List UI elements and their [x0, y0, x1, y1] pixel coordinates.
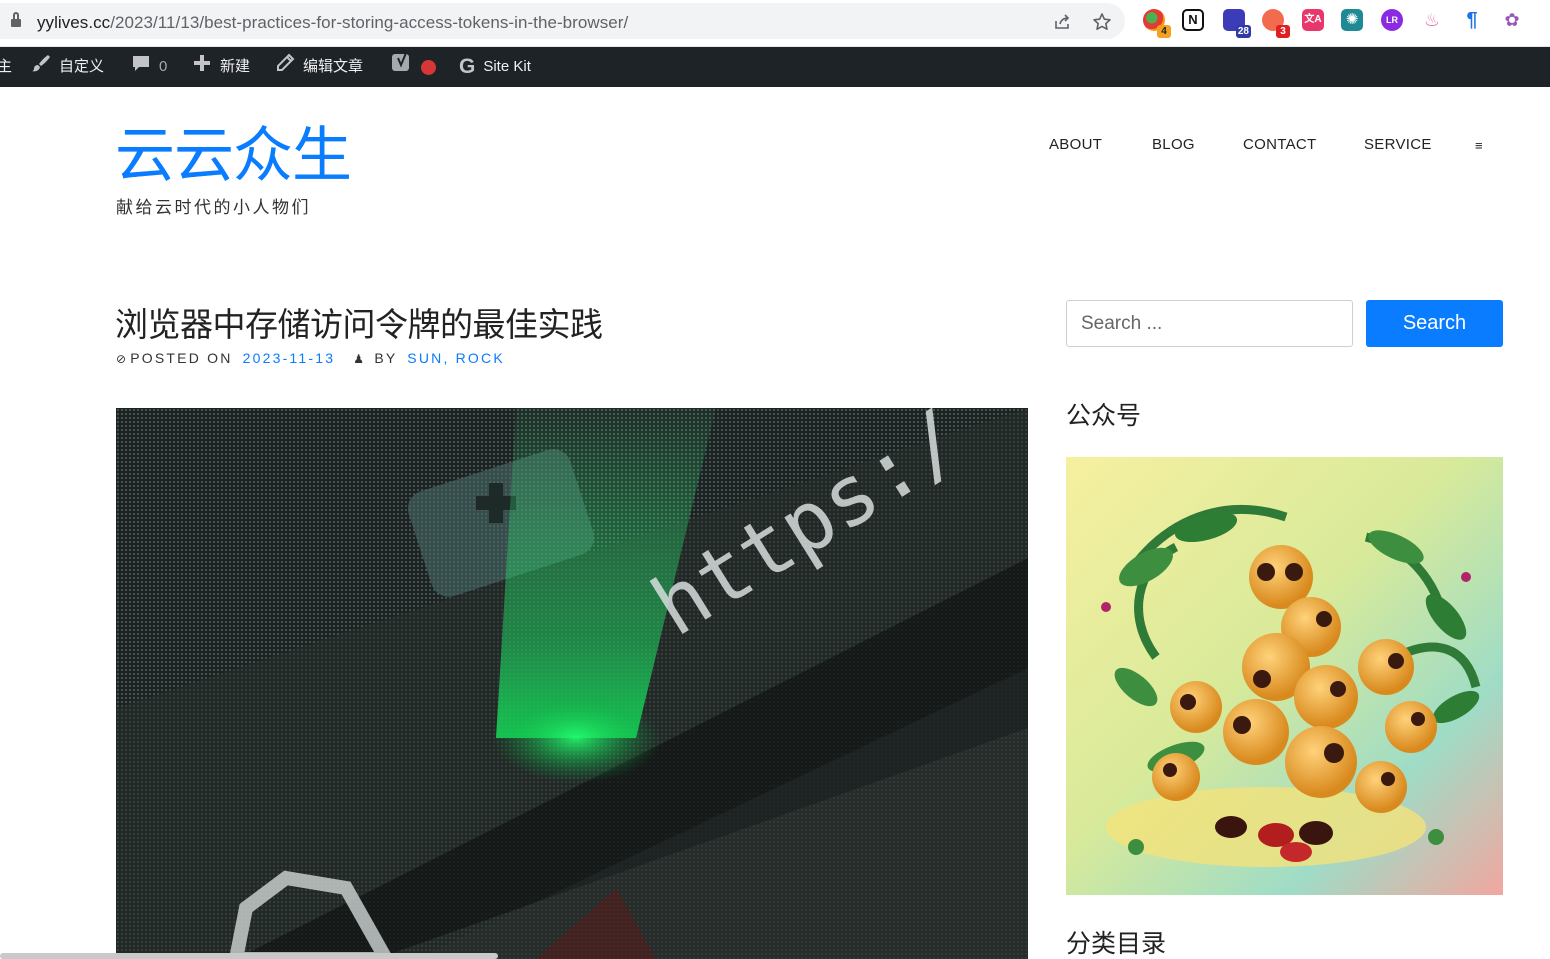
nav-item-blog[interactable]: BLOG	[1152, 136, 1195, 153]
menu-icon[interactable]: ≡	[1475, 138, 1483, 153]
comment-icon	[131, 47, 151, 87]
nav-item-service[interactable]: SERVICE	[1364, 136, 1432, 153]
admin-bar-site-kit[interactable]: G Site Kit	[459, 47, 531, 87]
site-title[interactable]: 云云众生	[115, 121, 352, 191]
lr-icon[interactable]: LR	[1381, 9, 1403, 31]
brush-icon	[31, 47, 51, 87]
admin-bar-customize[interactable]: 自定义	[31, 47, 104, 87]
admin-bar-comments[interactable]: 0	[131, 47, 167, 87]
extension-10-icon[interactable]: ✿	[1501, 9, 1523, 31]
wechat-qr-image[interactable]	[1066, 457, 1503, 895]
user-icon: ♟	[353, 352, 367, 366]
yoast-icon	[391, 47, 413, 87]
browser-toolbar: yylives.cc/2023/11/13/best-practices-for…	[0, 0, 1550, 47]
extension-3-badge: 28	[1235, 25, 1251, 38]
extension-4-icon[interactable]: 3	[1262, 9, 1290, 38]
search-input[interactable]: Search ...	[1066, 300, 1353, 347]
translate-icon[interactable]: 文A	[1302, 9, 1324, 31]
widget-title-wechat: 公众号	[1066, 402, 1142, 430]
extension-4-badge: 3	[1276, 25, 1290, 38]
pencil-icon	[275, 47, 295, 87]
post-featured-image: https:/	[116, 408, 1028, 959]
extension-8-icon[interactable]: ♨	[1421, 9, 1443, 31]
notion-icon[interactable]: N	[1182, 9, 1204, 31]
seo-status-dot	[421, 59, 436, 75]
post-date-link[interactable]: 2023-11-13	[243, 350, 336, 366]
admin-bar-new[interactable]: 新建	[192, 47, 250, 87]
plus-icon	[192, 47, 212, 87]
url-path: /2023/11/13/best-practices-for-storing-a…	[110, 13, 629, 32]
admin-bar-site-item[interactable]: 主	[0, 47, 12, 87]
admin-bar-yoast[interactable]	[391, 47, 436, 87]
widget-title-categories: 分类目录	[1066, 930, 1167, 958]
horizontal-scrollbar[interactable]	[0, 953, 498, 959]
nav-item-about[interactable]: ABOUT	[1049, 136, 1102, 153]
address-bar[interactable]: yylives.cc/2023/11/13/best-practices-for…	[0, 3, 1125, 39]
search-button[interactable]: Search	[1366, 300, 1503, 347]
lock-icon[interactable]	[11, 12, 21, 28]
post-title: 浏览器中存储访问令牌的最佳实践	[115, 306, 603, 343]
post-authors-link[interactable]: SUN, ROCK	[407, 350, 505, 366]
nav-item-contact[interactable]: CONTACT	[1243, 136, 1316, 153]
bookmark-star-icon[interactable]	[1092, 12, 1112, 32]
admin-bar-edit-post[interactable]: 编辑文章	[275, 47, 363, 87]
extension-6-icon[interactable]: ✺	[1341, 9, 1363, 31]
post-meta: ⊘ POSTED ON 2023-11-13 ♟ BY SUN, ROCK	[116, 350, 505, 366]
share-icon[interactable]	[1052, 12, 1072, 32]
admin-bar: 主 自定义 0 新建 编辑文章 G Site Kit	[0, 47, 1550, 87]
extension-1-icon[interactable]: 4	[1143, 9, 1171, 38]
link-icon: ⊘	[116, 352, 129, 366]
extension-3-icon[interactable]: 28	[1223, 9, 1251, 38]
site-tagline: 献给云时代的小人物们	[116, 198, 311, 217]
extension-1-badge: 4	[1157, 25, 1171, 38]
url-host: yylives.cc	[37, 13, 111, 32]
google-g-icon: G	[459, 55, 476, 78]
extension-9-icon[interactable]: ¶	[1461, 9, 1483, 31]
url-text[interactable]: yylives.cc/2023/11/13/best-practices-for…	[37, 13, 628, 33]
